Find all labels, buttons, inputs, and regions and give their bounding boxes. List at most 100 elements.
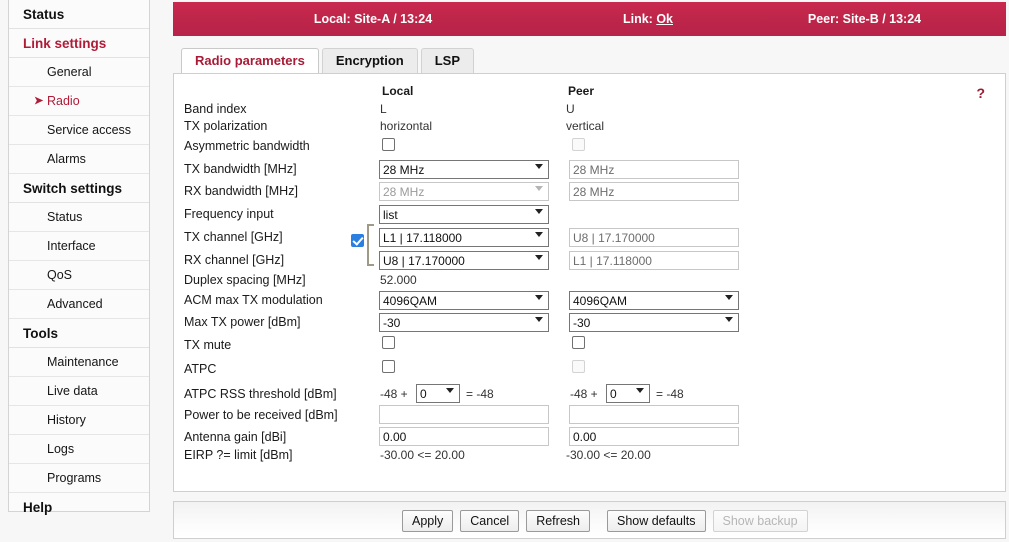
- checkbox-tx-mute-local[interactable]: [382, 336, 395, 349]
- column-header-peer: Peer: [568, 84, 595, 98]
- sidebar-item-interface[interactable]: Interface: [9, 232, 149, 261]
- action-bar: Apply Cancel Refresh Show defaults Show …: [173, 501, 1006, 539]
- checkbox-asymmetric-bandwidth-peer: [572, 138, 585, 151]
- label-frequency-input: Frequency input: [184, 207, 274, 221]
- sidebar-group-link-settings[interactable]: Link settings: [9, 29, 149, 58]
- label-max-tx-power: Max TX power [dBm]: [184, 315, 301, 329]
- atpc-rss-base-local: -48 +: [380, 387, 408, 401]
- atpc-rss-result-peer: = -48: [656, 387, 684, 401]
- label-acm-max-tx-modulation: ACM max TX modulation: [184, 293, 323, 307]
- select-rx-channel-local-wrap: [379, 251, 549, 270]
- field-antenna-gain-local[interactable]: [379, 427, 549, 446]
- column-header-local: Local: [382, 84, 414, 98]
- help-icon[interactable]: ?: [976, 85, 985, 101]
- sidebar-item-qos[interactable]: QoS: [9, 261, 149, 290]
- label-atpc-rss-threshold: ATPC RSS threshold [dBm]: [184, 387, 337, 401]
- select-atpc-rss-offset-local[interactable]: [416, 384, 460, 403]
- status-bar: Local: Site-A / 13:24 Link: Ok Peer: Sit…: [173, 2, 1006, 36]
- select-acm-max-tx-modulation-peer[interactable]: [569, 291, 739, 310]
- sidebar-item-switch-status[interactable]: Status: [9, 203, 149, 232]
- radio-parameters-panel: ? Local Peer Band index L U TX polarizat…: [173, 73, 1006, 492]
- checkbox-asymmetric-bandwidth-local[interactable]: [382, 138, 395, 151]
- sidebar-group-switch-settings[interactable]: Switch settings: [9, 174, 149, 203]
- value-band-index-peer: U: [566, 102, 575, 116]
- refresh-button[interactable]: Refresh: [526, 510, 590, 532]
- field-rx-bandwidth-peer: [569, 182, 739, 201]
- label-rx-bandwidth: RX bandwidth [MHz]: [184, 184, 298, 198]
- sidebar-group-status[interactable]: Status: [9, 0, 149, 29]
- status-link: Link: Ok: [573, 2, 723, 36]
- value-tx-polarization-peer: vertical: [566, 119, 605, 133]
- tab-lsp[interactable]: LSP: [420, 48, 475, 74]
- sidebar-item-alarms[interactable]: Alarms: [9, 145, 149, 174]
- sidebar-item-service-access[interactable]: Service access: [9, 116, 149, 145]
- select-max-tx-power-local-wrap: [379, 313, 549, 332]
- value-tx-polarization-local: horizontal: [380, 119, 433, 133]
- label-tx-mute: TX mute: [184, 338, 232, 352]
- select-rx-bandwidth-local-wrap: [379, 182, 549, 201]
- sidebar-item-live-data[interactable]: Live data: [9, 377, 149, 406]
- select-tx-channel-local-wrap: [379, 228, 549, 247]
- value-eirp-limit-peer: -30.00 <= 20.00: [566, 448, 651, 462]
- label-asymmetric-bandwidth: Asymmetric bandwidth: [184, 139, 310, 153]
- value-duplex-spacing-local: 52.000: [380, 273, 417, 287]
- button-row: Apply Cancel Refresh Show defaults Show …: [402, 510, 815, 532]
- label-band-index: Band index: [184, 102, 247, 116]
- show-defaults-button[interactable]: Show defaults: [606, 510, 706, 532]
- select-atpc-rss-offset-peer-wrap: [606, 384, 650, 403]
- label-antenna-gain: Antenna gain [dBi]: [184, 430, 287, 444]
- label-eirp-limit: EIRP ?= limit [dBm]: [184, 448, 293, 462]
- sidebar-item-radio[interactable]: ➤ Radio: [9, 87, 149, 116]
- label-tx-bandwidth: TX bandwidth [MHz]: [184, 162, 297, 176]
- select-frequency-input[interactable]: [379, 205, 549, 224]
- label-tx-polarization: TX polarization: [184, 119, 268, 133]
- sidebar-item-logs[interactable]: Logs: [9, 435, 149, 464]
- select-acm-max-tx-modulation-local[interactable]: [379, 291, 549, 310]
- select-rx-channel-local[interactable]: [379, 251, 549, 270]
- sidebar-item-history[interactable]: History: [9, 406, 149, 435]
- select-atpc-rss-offset-peer[interactable]: [606, 384, 650, 403]
- select-tx-bandwidth-local-wrap: [379, 160, 549, 179]
- sidebar-item-programs[interactable]: Programs: [9, 464, 149, 493]
- sidebar-item-label: Radio: [47, 94, 80, 108]
- select-atpc-rss-offset-local-wrap: [416, 384, 460, 403]
- field-power-to-be-received-peer[interactable]: [569, 405, 739, 424]
- apply-button[interactable]: Apply: [402, 510, 454, 532]
- sidebar-group-tools[interactable]: Tools: [9, 319, 149, 348]
- value-band-index-local: L: [380, 102, 387, 116]
- select-max-tx-power-peer[interactable]: [569, 313, 739, 332]
- checkbox-atpc-peer: [572, 360, 585, 373]
- status-link-value[interactable]: Ok: [656, 12, 673, 26]
- status-local: Local: Site-A / 13:24: [313, 12, 433, 26]
- field-tx-channel-peer: [569, 228, 739, 247]
- label-rx-channel: RX channel [GHz]: [184, 253, 285, 267]
- select-frequency-input-wrap: [379, 205, 549, 224]
- select-acm-max-tx-modulation-local-wrap: [379, 291, 549, 310]
- field-antenna-gain-peer[interactable]: [569, 427, 739, 446]
- sidebar-item-maintenance[interactable]: Maintenance: [9, 348, 149, 377]
- value-eirp-limit-local: -30.00 <= 20.00: [380, 448, 465, 462]
- select-max-tx-power-local[interactable]: [379, 313, 549, 332]
- sidebar-item-general[interactable]: General: [9, 58, 149, 87]
- show-backup-button: Show backup: [712, 510, 808, 532]
- sidebar-group-help[interactable]: Help: [9, 493, 149, 521]
- select-acm-max-tx-modulation-peer-wrap: [569, 291, 739, 310]
- select-rx-bandwidth-local: [379, 182, 549, 201]
- tab-radio-parameters[interactable]: Radio parameters: [181, 48, 319, 75]
- status-link-label: Link:: [622, 12, 657, 26]
- field-power-to-be-received-local[interactable]: [379, 405, 549, 424]
- checkbox-atpc-local[interactable]: [382, 360, 395, 373]
- label-power-to-be-received: Power to be received [dBm]: [184, 408, 338, 422]
- checkbox-channel-coupling[interactable]: [351, 234, 364, 247]
- arrow-right-icon: ➤: [34, 95, 44, 107]
- label-tx-channel: TX channel [GHz]: [184, 230, 283, 244]
- label-atpc: ATPC: [184, 362, 217, 376]
- select-tx-bandwidth-local[interactable]: [379, 160, 549, 179]
- tab-encryption[interactable]: Encryption: [321, 48, 418, 74]
- atpc-rss-base-peer: -48 +: [570, 387, 598, 401]
- sidebar-item-advanced[interactable]: Advanced: [9, 290, 149, 319]
- cancel-button[interactable]: Cancel: [460, 510, 520, 532]
- label-duplex-spacing: Duplex spacing [MHz]: [184, 273, 306, 287]
- select-tx-channel-local[interactable]: [379, 228, 549, 247]
- checkbox-tx-mute-peer[interactable]: [572, 336, 585, 349]
